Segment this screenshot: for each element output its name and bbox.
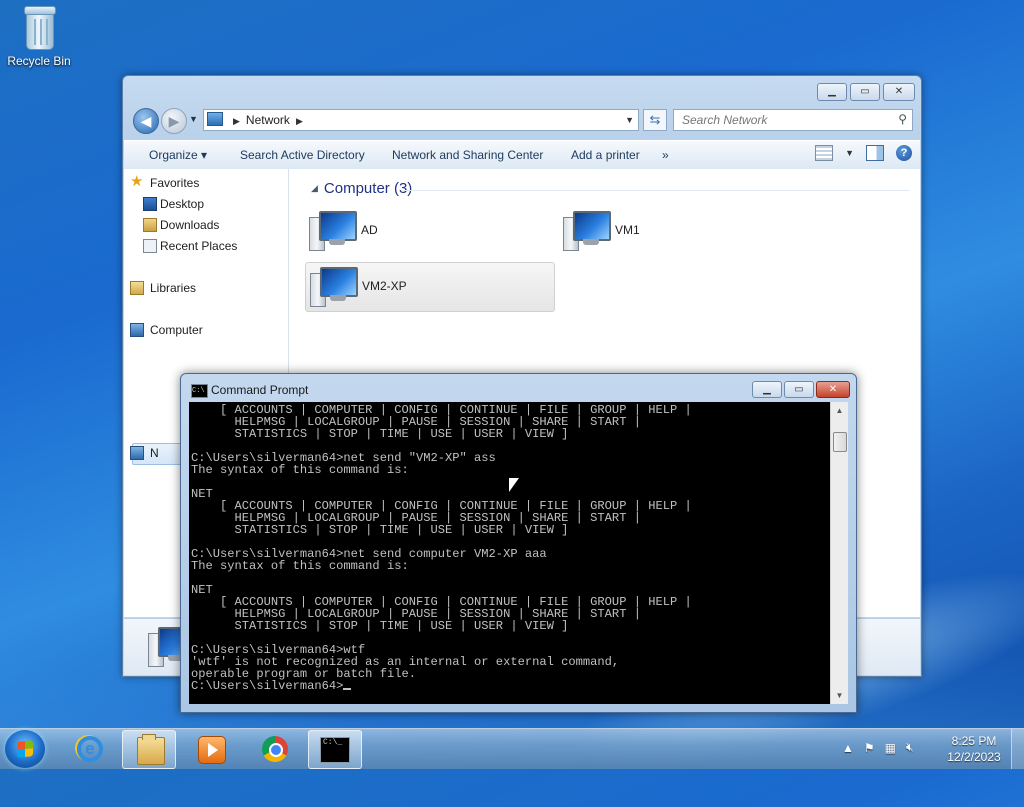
group-divider (401, 190, 910, 191)
nav-desktop[interactable]: Desktop (143, 195, 204, 213)
navigation-bar: ◀ ▶ ▼ ▶ Network ▶ ▼ ⇆ ⚲ (131, 106, 913, 136)
chrome-icon (262, 736, 288, 762)
console-prompt: C:\Users\silverman64> (191, 679, 344, 693)
view-options-dropdown-icon[interactable]: ▼ (845, 148, 854, 158)
command-bar: Organize ▾ Search Active Directory Netwo… (124, 140, 920, 170)
maximize-button[interactable]: ▭ (784, 381, 814, 398)
explorer-caption-buttons: ▁ ▭ ✕ (817, 83, 915, 101)
back-button[interactable]: ◀ (133, 108, 159, 134)
network-sharing-center-button[interactable]: Network and Sharing Center (392, 148, 543, 162)
group-header[interactable]: ◢ Computer (3) (311, 180, 412, 197)
nav-network[interactable]: N (130, 444, 159, 462)
vertical-scrollbar[interactable]: ▲ ▼ (830, 402, 848, 704)
recycle-bin-icon (22, 6, 56, 50)
computer-name: AD (361, 223, 378, 237)
computer-name: VM2-XP (362, 279, 407, 293)
taskbar-media-player[interactable] (184, 730, 236, 767)
console-history: [ ACCOUNTS | COMPUTER | CONFIG | CONTINU… (191, 403, 692, 681)
forward-button[interactable]: ▶ (161, 108, 187, 134)
taskbar: e C:\_ ▲ ⚑ ▦ 🔇︎ 8:25 PM 12/2/2023 (0, 728, 1024, 769)
nav-downloads[interactable]: Downloads (143, 216, 219, 234)
show-hidden-icons[interactable]: ▲ (842, 741, 854, 755)
computer-icon (310, 267, 358, 307)
console-output[interactable]: [ ACCOUNTS | COMPUTER | CONFIG | CONTINU… (189, 402, 830, 704)
recycle-bin[interactable]: Recycle Bin (4, 6, 74, 68)
windows-explorer-icon (137, 734, 165, 765)
notification-area: ▲ ⚑ ▦ 🔇︎ (842, 740, 914, 755)
organize-button[interactable]: Organize ▾ (149, 148, 207, 162)
computer-icon (130, 323, 144, 337)
preview-pane-icon[interactable] (866, 145, 884, 161)
collapse-triangle-icon[interactable]: ◢ (311, 183, 318, 193)
chevron-right-icon[interactable]: ▶ (296, 116, 303, 126)
computer-item-ad[interactable]: AD (305, 207, 545, 255)
add-printer-button[interactable]: Add a printer (571, 148, 640, 162)
command-prompt-window[interactable]: C:\ Command Prompt ▁ ▭ ✕ [ ACCOUNTS | CO… (180, 373, 857, 713)
network-status-icon[interactable]: ▦ (885, 741, 896, 755)
show-desktop-button[interactable] (1011, 729, 1024, 769)
address-dropdown-icon[interactable]: ▼ (625, 110, 634, 130)
address-location[interactable]: Network (246, 113, 290, 127)
recent-pages-dropdown-icon[interactable]: ▼ (189, 114, 198, 124)
command-prompt-icon: C:\_ (320, 737, 350, 763)
computer-icon (309, 211, 357, 251)
nav-libraries[interactable]: Libraries (130, 279, 196, 297)
mouse-pointer-icon (509, 478, 519, 494)
more-commands-button[interactable]: » (662, 148, 669, 162)
command-prompt-icon[interactable]: C:\ (191, 384, 208, 398)
start-button[interactable] (5, 730, 45, 768)
desktop-icon (143, 197, 157, 211)
clock-time: 8:25 PM (951, 734, 997, 748)
chevron-right-icon[interactable]: ▶ (233, 116, 240, 126)
scroll-thumb[interactable] (833, 432, 847, 452)
taskbar-chrome[interactable] (248, 730, 300, 767)
search-input[interactable] (680, 110, 894, 130)
windows-logo-icon (17, 740, 33, 758)
address-bar[interactable]: ▶ Network ▶ ▼ (203, 109, 639, 131)
window-title: Command Prompt (211, 383, 309, 397)
network-icon (207, 112, 223, 126)
clock-date: 12/2/2023 (947, 750, 1001, 764)
scroll-down-icon[interactable]: ▼ (831, 687, 848, 704)
scroll-up-icon[interactable]: ▲ (831, 402, 848, 419)
help-icon[interactable]: ? (896, 145, 912, 161)
media-player-icon (198, 736, 226, 764)
minimize-button[interactable]: ▁ (752, 381, 782, 398)
maximize-button[interactable]: ▭ (850, 83, 880, 101)
recycle-bin-label: Recycle Bin (7, 54, 71, 68)
system-clock[interactable]: 8:25 PM 12/2/2023 (944, 733, 1004, 765)
computer-item-vm2-xp[interactable]: VM2-XP (305, 262, 555, 312)
view-controls: ▼ ? (815, 145, 912, 161)
taskbar-windows-explorer[interactable] (122, 730, 176, 769)
nav-computer[interactable]: Computer (130, 321, 203, 339)
text-cursor (343, 688, 352, 690)
libraries-icon (130, 281, 144, 295)
search-icon[interactable]: ⚲ (898, 112, 907, 126)
network-icon (130, 446, 144, 460)
taskbar-internet-explorer[interactable]: e (63, 730, 115, 767)
close-button[interactable]: ✕ (816, 381, 850, 398)
internet-explorer-icon: e (77, 736, 103, 762)
computer-icon (563, 211, 611, 251)
taskbar-command-prompt[interactable]: C:\_ (308, 730, 362, 769)
search-box[interactable]: ⚲ (673, 109, 913, 131)
change-view-icon[interactable] (815, 145, 834, 161)
recent-places-icon (143, 239, 157, 253)
cmd-caption-buttons: ▁ ▭ ✕ (752, 381, 850, 398)
computer-name: VM1 (615, 223, 640, 237)
star-icon: ★ (130, 173, 144, 190)
nav-favorites[interactable]: ★ Favorites (130, 174, 199, 192)
downloads-icon (143, 218, 157, 232)
action-center-flag-icon[interactable]: ⚑ (864, 741, 875, 755)
volume-muted-icon[interactable]: 🔇︎ (906, 740, 914, 755)
minimize-button[interactable]: ▁ (817, 83, 847, 101)
computer-item-vm1[interactable]: VM1 (559, 207, 799, 255)
refresh-button[interactable]: ⇆ (643, 109, 667, 131)
search-active-directory-button[interactable]: Search Active Directory (240, 148, 365, 162)
close-button[interactable]: ✕ (883, 83, 915, 101)
nav-recent-places[interactable]: Recent Places (143, 237, 237, 255)
